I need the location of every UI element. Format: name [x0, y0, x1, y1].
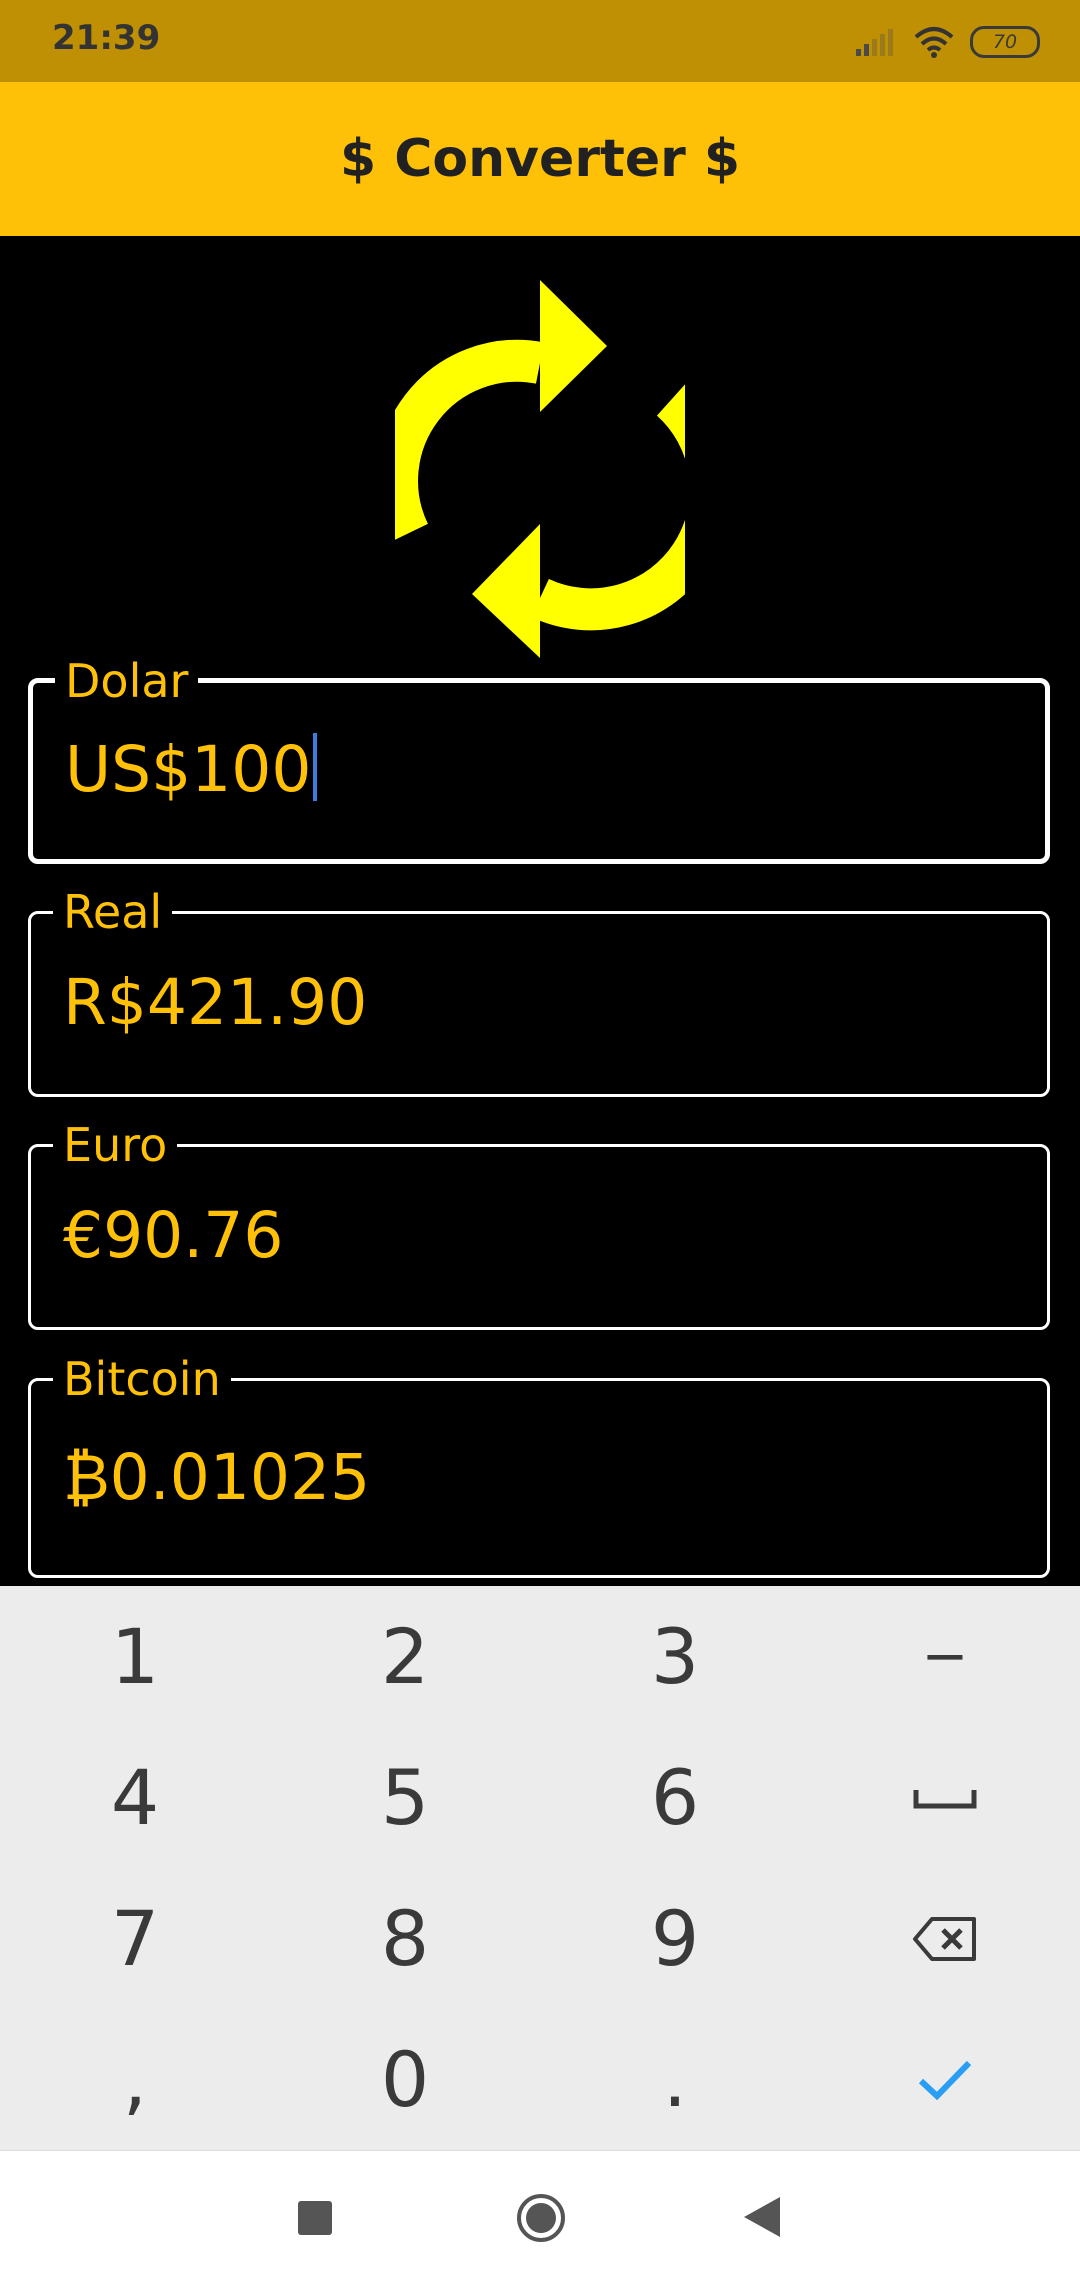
bitcoin-input[interactable]: ₿0.01025	[63, 1441, 370, 1514]
done-key[interactable]	[810, 2009, 1080, 2150]
key-minus[interactable]: −	[810, 1586, 1080, 1727]
real-field[interactable]: Real R$421.90	[28, 886, 1050, 1097]
app-title: $ Converter $	[339, 129, 741, 189]
status-icons: 70	[854, 20, 1040, 64]
refresh-icon[interactable]	[395, 278, 685, 658]
euro-label: Euro	[53, 1119, 178, 1171]
numeric-keyboard: 1 2 3 − 4 5 6 7 8 9 , 0 .	[0, 1586, 1080, 2150]
dolar-label: Dolar	[55, 655, 199, 707]
dolar-field[interactable]: Dolar US$100	[28, 655, 1050, 864]
key-3[interactable]: 3	[540, 1586, 810, 1727]
space-key[interactable]	[810, 1727, 1080, 1868]
key-9[interactable]: 9	[540, 1868, 810, 2009]
check-icon	[918, 2060, 972, 2100]
euro-field[interactable]: Euro €90.76	[28, 1119, 1050, 1330]
bitcoin-field[interactable]: Bitcoin ₿0.01025	[28, 1353, 1050, 1578]
app-bar: $ Converter $	[0, 82, 1080, 236]
backspace-icon	[913, 1916, 976, 1961]
bitcoin-label: Bitcoin	[53, 1353, 231, 1405]
real-input[interactable]: R$421.90	[63, 966, 367, 1039]
key-5[interactable]: 5	[270, 1727, 540, 1868]
navigation-bar	[0, 2150, 1080, 2281]
status-bar: 21:39 70	[0, 0, 1080, 82]
key-2[interactable]: 2	[270, 1586, 540, 1727]
key-period[interactable]: .	[540, 2009, 810, 2150]
key-6[interactable]: 6	[540, 1727, 810, 1868]
key-1[interactable]: 1	[0, 1586, 270, 1727]
text-cursor	[313, 733, 318, 801]
home-icon[interactable]	[516, 2193, 566, 2243]
key-comma[interactable]: ,	[0, 2009, 270, 2150]
status-time: 21:39	[52, 18, 161, 58]
battery-level: 70	[992, 31, 1018, 53]
euro-input[interactable]: €90.76	[63, 1199, 283, 1272]
space-icon	[913, 1789, 977, 1808]
backspace-key[interactable]	[810, 1868, 1080, 2009]
dolar-value: US$100	[65, 733, 312, 806]
key-0[interactable]: 0	[270, 2009, 540, 2150]
signal-icon	[856, 29, 893, 56]
key-7[interactable]: 7	[0, 1868, 270, 2009]
battery-icon: 70	[970, 26, 1040, 58]
recents-icon[interactable]	[298, 2201, 332, 2235]
back-icon[interactable]	[742, 2195, 782, 2239]
key-4[interactable]: 4	[0, 1727, 270, 1868]
key-8[interactable]: 8	[270, 1868, 540, 2009]
real-label: Real	[53, 886, 173, 938]
wifi-icon	[914, 27, 954, 58]
dolar-input[interactable]: US$100	[65, 733, 318, 806]
